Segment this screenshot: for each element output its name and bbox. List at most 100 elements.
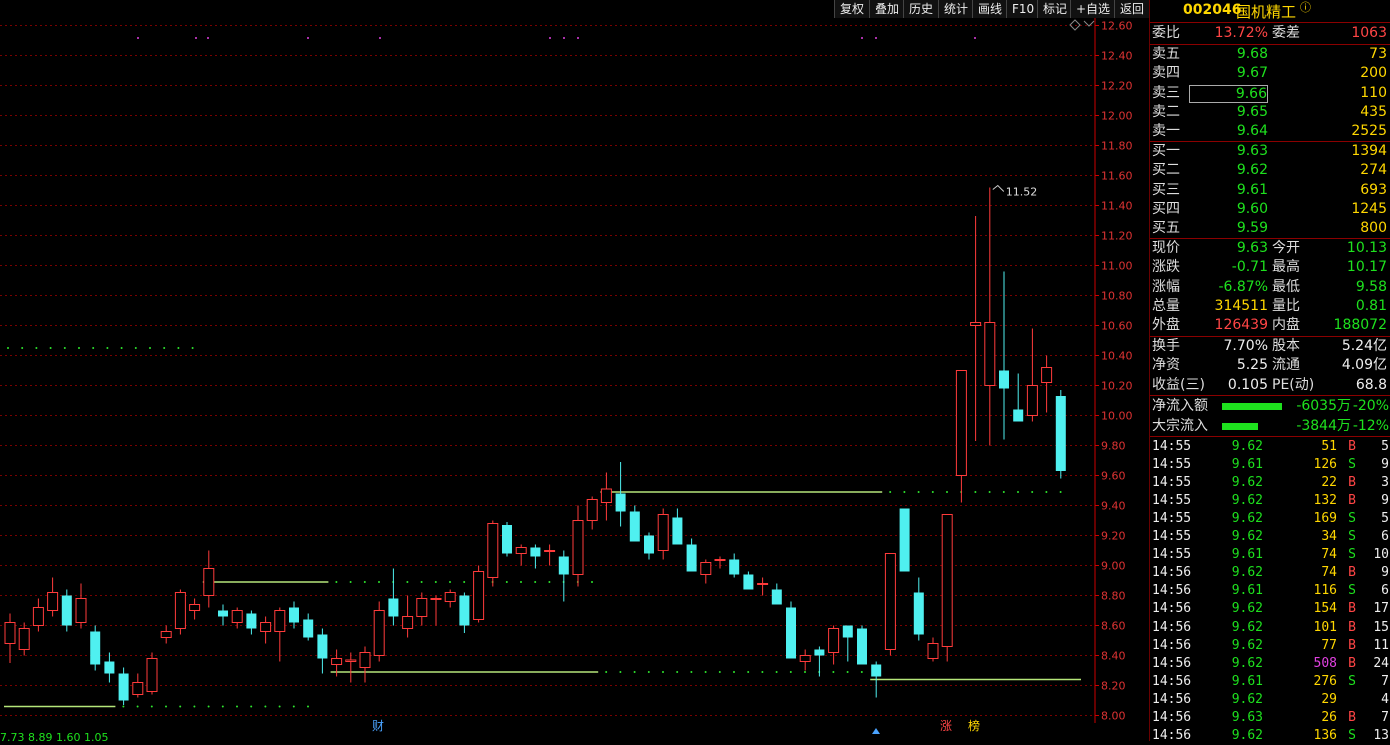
quote-label: 总量 [1152, 297, 1180, 314]
tick-price: 9.62 [1231, 475, 1263, 491]
candle-body [218, 610, 228, 617]
tick-volume: 136 [1313, 727, 1337, 743]
ask-volume: 73 [1369, 46, 1387, 62]
flow-row: 净流入额 -6035万 -20% [1150, 397, 1390, 416]
ask-price[interactable]: 9.66 [1188, 84, 1268, 103]
candle-body [303, 619, 314, 638]
bid-price[interactable]: 9.60 [1237, 200, 1268, 219]
event-label[interactable]: 涨 [940, 718, 952, 733]
bid-price[interactable]: 9.63 [1237, 142, 1268, 161]
tick-direction: B [1348, 655, 1356, 671]
toolbar-button-7[interactable]: +自选 [1070, 0, 1116, 18]
candle-body [757, 583, 769, 585]
toolbar-button-2[interactable]: 历史 [903, 0, 939, 18]
bid-price[interactable]: 9.62 [1237, 161, 1268, 180]
candle-body [132, 682, 144, 695]
tick-count: 13 [1373, 727, 1389, 743]
fund-value: 0.105 [1227, 376, 1268, 393]
tick-time: 14:56 [1152, 601, 1192, 617]
candle-body [941, 514, 953, 647]
support-dot [676, 671, 679, 673]
toolbar-button-4[interactable]: 画线 [972, 0, 1008, 18]
tick-price: 9.62 [1231, 493, 1263, 509]
toolbar-button-1[interactable]: 叠加 [869, 0, 905, 18]
tick-direction: B [1348, 475, 1356, 491]
bid-price[interactable]: 9.59 [1237, 219, 1268, 238]
candle-body [246, 613, 257, 629]
ask-price[interactable]: 9.65 [1237, 103, 1268, 122]
signal-dot [875, 37, 877, 39]
tick-count: 6 [1381, 583, 1389, 599]
support-dot [662, 671, 664, 673]
tick-price: 9.62 [1231, 691, 1263, 707]
info-circle-icon[interactable]: ⓘ [1300, 0, 1311, 15]
y-tick-label: 10.40 [1101, 350, 1133, 363]
tick-price: 9.62 [1231, 619, 1263, 635]
candle-body [672, 517, 683, 545]
quote-row: 外盘 126439 内盘 188072 [1150, 316, 1390, 335]
signal-dot [379, 37, 381, 39]
toolbar-button-5[interactable]: F10 [1006, 0, 1040, 18]
support-dot [307, 705, 309, 708]
support-dot [378, 581, 380, 583]
support-dot [804, 671, 806, 673]
fund-row: 换手 7.70% 股本 5.24亿 [1150, 337, 1390, 356]
tick-price: 9.62 [1231, 529, 1263, 545]
tick-price: 9.61 [1231, 583, 1263, 599]
toolbar-button-3[interactable]: 统计 [938, 0, 974, 18]
event-label[interactable]: 财 [372, 719, 384, 733]
tick-row: 14:56 9.62 101 B 15 [1150, 619, 1390, 637]
y-tick-label: 10.80 [1101, 290, 1133, 303]
bid-volume: 1245 [1351, 200, 1387, 217]
candle-body [799, 655, 811, 662]
event-label[interactable]: 榜 [968, 718, 980, 733]
candle-body [373, 610, 385, 656]
toolbar-button-8[interactable]: 返回 [1114, 0, 1150, 18]
y-tick-label: 9.00 [1101, 560, 1126, 573]
bid-row: 买三 9.61 693 [1150, 181, 1390, 200]
tick-volume: 276 [1313, 673, 1337, 689]
bid-label: 买一 [1152, 143, 1180, 159]
tick-direction: B [1348, 619, 1356, 635]
candlestick-chart[interactable]: 12.60 12.40 12.20 12.00 11.80 11.60 11.40 11.20… [0, 18, 1147, 741]
support-dot [434, 581, 437, 583]
candle-body [75, 598, 87, 623]
ask-label: 卖一 [1152, 123, 1180, 140]
support-dot [449, 581, 451, 583]
tick-row: 14:56 9.62 74 B 9 [1150, 564, 1390, 582]
quote-value: 10.17 [1346, 259, 1387, 276]
candle-body [61, 595, 72, 626]
quote-value: -0.71 [1231, 259, 1268, 276]
candle-body [814, 649, 825, 656]
support-dot [149, 347, 151, 349]
weibi-value: 13.72% [1214, 25, 1268, 41]
toolbar-button-0[interactable]: 复权 [834, 0, 870, 18]
bid-volume: 1394 [1351, 143, 1387, 159]
tick-row: 14:55 9.62 22 B 3 [1150, 474, 1390, 492]
y-tick-label: 10.00 [1101, 410, 1133, 423]
support-dot [177, 347, 180, 349]
y-tick-label: 9.60 [1101, 470, 1126, 483]
candle-body [1026, 385, 1038, 416]
ask-price[interactable]: 9.68 [1237, 45, 1268, 64]
support-dot [420, 581, 423, 583]
tick-count: 24 [1373, 655, 1389, 671]
candle-body [600, 488, 612, 503]
tick-price: 9.62 [1231, 655, 1263, 671]
bid-price[interactable]: 9.61 [1237, 181, 1268, 200]
toolbar-button-6[interactable]: 标记 [1037, 0, 1073, 18]
ask-price[interactable]: 9.64 [1237, 122, 1268, 141]
ask-price[interactable]: 9.67 [1237, 64, 1268, 83]
tick-row: 14:56 9.61 276 S 7 [1150, 673, 1390, 691]
support-dot [49, 347, 52, 349]
support-dot [191, 347, 194, 349]
quote-row: 涨幅 -6.87% 最低 9.58 [1150, 278, 1390, 297]
y-tick-label: 12.20 [1101, 80, 1133, 93]
candle-body [771, 589, 782, 605]
fund-row: 收益(三) 0.105 PE(动) 68.8 [1150, 376, 1390, 395]
ask-label: 卖三 [1152, 84, 1180, 101]
tick-volume: 74 [1321, 565, 1337, 581]
ask-label: 卖二 [1152, 103, 1180, 120]
tick-time: 14:55 [1152, 439, 1192, 454]
candle-body [871, 664, 882, 677]
